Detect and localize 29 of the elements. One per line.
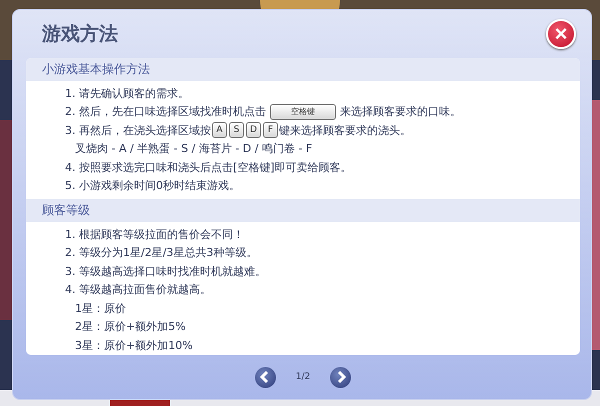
instruction-text: 4. 等级越高拉面售价就越高。 [65, 282, 211, 298]
key-cap: A [212, 122, 227, 138]
instruction-text: 1. 根据顾客等级拉面的售价会不同！ [65, 226, 244, 242]
dialog-title: 游戏方法 [42, 22, 118, 47]
instruction-text: 5. 小游戏剩余时间0秒时结束游戏。 [65, 178, 240, 194]
key-cap: D [246, 122, 261, 138]
instruction-text: 叉烧肉 - A / 半熟蛋 - S / 海苔片 - D / 鸣门卷 - F [75, 141, 312, 156]
instruction-text: 来选择顾客要求的口味。 [340, 104, 461, 120]
section-header: 顾客等级 [26, 199, 580, 222]
instruction-text: 键来选择顾客要求的浇头。 [279, 122, 411, 138]
key-cap: S [229, 122, 244, 138]
instruction-text: 4. 按照要求选完口味和浇头后点击[空格键]即可卖给顾客。 [65, 160, 352, 175]
instruction-text: 1. 请先确认顾客的需求。 [65, 86, 189, 101]
chevron-left-icon [260, 371, 270, 383]
instruction-text: 3. 等级越高选择口味时找准时机就越难。 [65, 264, 266, 279]
instruction-text: 2. 等级分为1星/2星/3星总共3种等级。 [65, 245, 258, 260]
next-button[interactable] [330, 366, 352, 388]
instruction-text: 2星：原价+额外加5% [75, 319, 186, 334]
page-indicator: 1/2 [296, 372, 310, 382]
previous-button[interactable] [254, 366, 276, 388]
key-cap: F [263, 122, 278, 138]
close-button[interactable]: × [546, 19, 576, 49]
key-cap: 空格键 [270, 104, 336, 120]
section-header: 小游戏基本操作方法 [26, 58, 580, 81]
instruction-text: 2. 然后，先在口味选择区域找准时机点击 [65, 104, 266, 120]
instruction-text: 3星：原价+额外加10% [75, 338, 193, 353]
instruction-text: 3. 再然后，在浇头选择区域按 [65, 122, 211, 138]
chevron-right-icon [336, 371, 346, 383]
instruction-text: 1星：原价 [75, 300, 126, 316]
